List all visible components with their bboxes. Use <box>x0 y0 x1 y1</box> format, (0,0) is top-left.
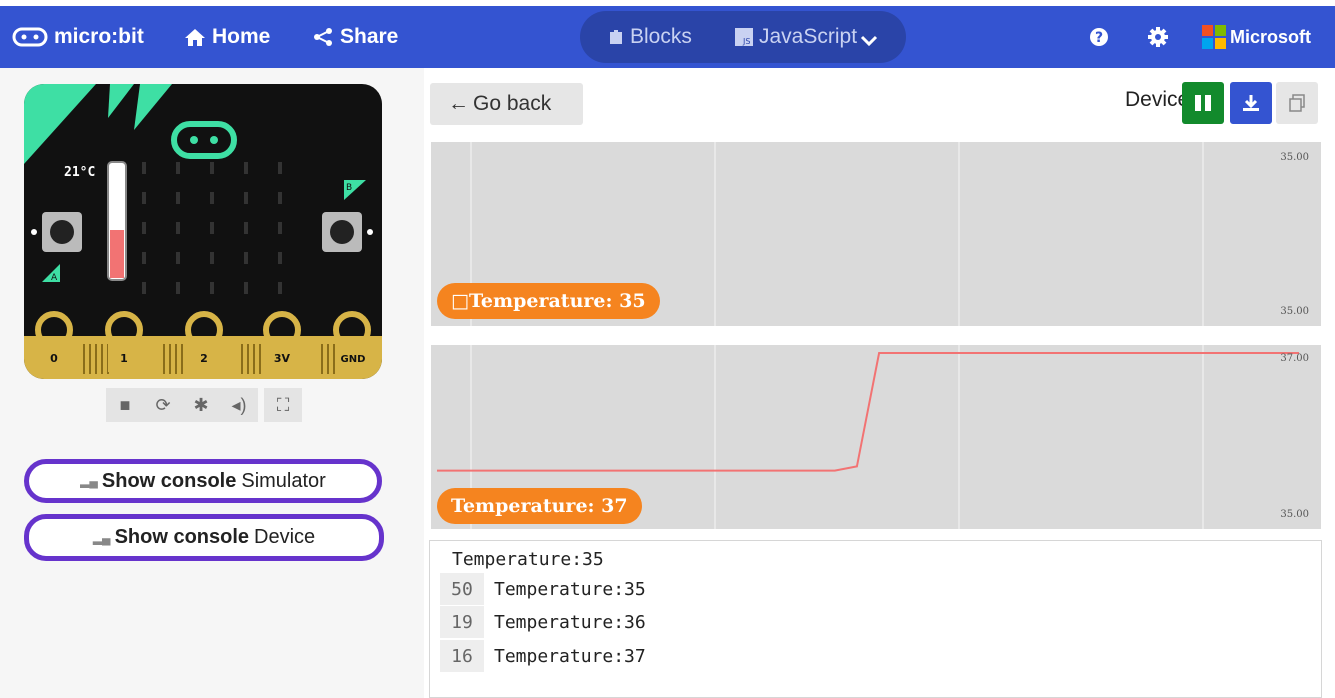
pin-label: 0 <box>50 352 58 365</box>
temperature-chart-2: 37.00 35.00 Temperature: 37 <box>431 345 1321 529</box>
console-row: 16 Temperature:37 <box>440 640 646 672</box>
y-axis-max-label: 35.00 <box>1280 152 1309 163</box>
home-icon <box>185 29 205 46</box>
pause-button[interactable] <box>1182 82 1224 124</box>
gear-icon <box>1148 27 1168 47</box>
speaker-icon: ◂) <box>231 394 247 415</box>
share-button[interactable]: Share <box>312 6 398 68</box>
go-back-button[interactable]: ← Go back <box>430 83 583 125</box>
pin-label: 1 <box>120 352 128 365</box>
microsoft-logo[interactable]: Microsoft <box>1202 6 1311 68</box>
temperature-series-line <box>437 352 1299 472</box>
chart-value-badge: Temperature: 37 <box>437 488 642 524</box>
stop-icon: ■ <box>119 394 131 415</box>
microbit-logo-icon <box>171 121 237 159</box>
restart-button[interactable]: ⟳ <box>144 388 182 422</box>
share-icon <box>314 28 332 46</box>
javascript-label: JavaScript <box>759 25 858 48</box>
console-row: 19 Temperature:36 <box>440 606 646 638</box>
temperature-chart-1: 35.00 35.00 □Temperature: 35 <box>431 142 1321 326</box>
led-matrix <box>142 162 282 294</box>
arrow-left-icon: ← <box>448 92 469 115</box>
device-label: Device <box>1125 88 1190 111</box>
go-back-label: Go back <box>473 92 552 115</box>
pin-gnd[interactable]: GND <box>333 311 371 372</box>
temperature-readout: 21°C <box>64 165 95 180</box>
console-row-text: Temperature:36 <box>494 611 646 633</box>
serial-console[interactable]: Temperature:35 50 Temperature:35 19 Temp… <box>429 540 1322 698</box>
fullscreen-button[interactable]: ⛶ <box>264 388 302 422</box>
download-icon <box>1243 95 1259 111</box>
blocks-tab[interactable]: Blocks <box>608 6 692 68</box>
chevron-down-icon[interactable] <box>859 34 879 48</box>
home-button[interactable]: Home <box>184 6 270 68</box>
pause-icon <box>1195 95 1211 111</box>
pin-1[interactable]: 1 <box>105 311 143 372</box>
console-button-suffix: Simulator <box>241 469 326 492</box>
microsoft-label: Microsoft <box>1230 26 1311 47</box>
microsoft-icon <box>1202 25 1226 49</box>
console-row-text: Temperature:35 <box>494 578 646 600</box>
svg-text:JS: JS <box>742 37 750 46</box>
pin-3v[interactable]: 3V <box>263 311 301 372</box>
fullscreen-icon: ⛶ <box>276 394 290 415</box>
simulator-toolbar: ■ ⟳ ✱ ◂) ⛶ <box>106 388 306 426</box>
pin-0[interactable]: 0 <box>35 311 73 372</box>
mute-button[interactable]: ◂) <box>220 388 258 422</box>
console-button-suffix: Device <box>254 526 316 548</box>
copy-icon <box>1289 94 1305 112</box>
console-row-count: 16 <box>440 640 484 672</box>
blocks-label: Blocks <box>630 25 692 48</box>
share-label: Share <box>340 25 399 48</box>
help-button[interactable]: ? <box>1088 6 1116 68</box>
microbit-logo-icon <box>12 27 48 47</box>
home-label: Home <box>212 25 271 48</box>
button-a-label: A <box>51 273 58 283</box>
settings-button[interactable] <box>1147 6 1175 68</box>
console-row-text: Temperature:37 <box>494 645 646 667</box>
thermometer-fill <box>110 230 124 278</box>
chart-value-badge: □Temperature: 35 <box>437 283 660 319</box>
y-axis-min-label: 35.00 <box>1280 306 1309 317</box>
stop-button[interactable]: ■ <box>106 388 144 422</box>
console-row-count: 50 <box>440 573 484 605</box>
download-button[interactable] <box>1230 82 1272 124</box>
console-button-prefix: Show console <box>114 526 250 548</box>
microbit-logo[interactable]: micro:bit <box>12 6 144 68</box>
pin-label: 2 <box>200 352 208 365</box>
restart-icon: ⟳ <box>155 394 171 415</box>
microbit-simulator[interactable]: 21°C A B 0 1 2 3V GND <box>24 84 382 379</box>
pin-label: GND <box>341 354 366 365</box>
microbit-board-svg: 21°C A B 0 1 2 3V GND <box>24 84 382 379</box>
show-console-device-button[interactable]: ▂▄ Show console Device <box>24 514 384 561</box>
console-row-count: 19 <box>440 606 484 638</box>
logo-text: micro:bit <box>54 25 144 48</box>
pin-label: 3V <box>274 352 291 365</box>
corner-decoration <box>24 84 96 164</box>
corner-decoration <box>108 84 134 118</box>
y-axis-max-label: 37.00 <box>1280 353 1309 364</box>
javascript-tab[interactable]: JS JavaScript <box>735 6 885 68</box>
help-icon: ? <box>1090 28 1108 46</box>
debug-button[interactable]: ✱ <box>182 388 220 422</box>
chart-icon: ▂▄ <box>92 530 111 545</box>
y-axis-min-label: 35.00 <box>1280 509 1309 520</box>
show-console-simulator-button[interactable]: ▂▄ Show console Simulator <box>24 459 382 503</box>
pin-2[interactable]: 2 <box>185 311 223 372</box>
bug-icon: ✱ <box>193 394 209 415</box>
console-line: Temperature:35 <box>452 549 604 570</box>
puzzle-icon <box>610 30 622 44</box>
svg-text:?: ? <box>1095 30 1103 46</box>
js-icon: JS <box>735 28 753 46</box>
chart-icon: ▂▄ <box>80 474 98 488</box>
console-row: 50 Temperature:35 <box>440 573 646 605</box>
console-button-prefix: Show console <box>101 469 237 492</box>
top-bar: micro:bit Home Share Blocks JS JavaScrip… <box>0 6 1335 68</box>
button-b-label: B <box>346 183 352 193</box>
copy-button[interactable] <box>1276 82 1318 124</box>
